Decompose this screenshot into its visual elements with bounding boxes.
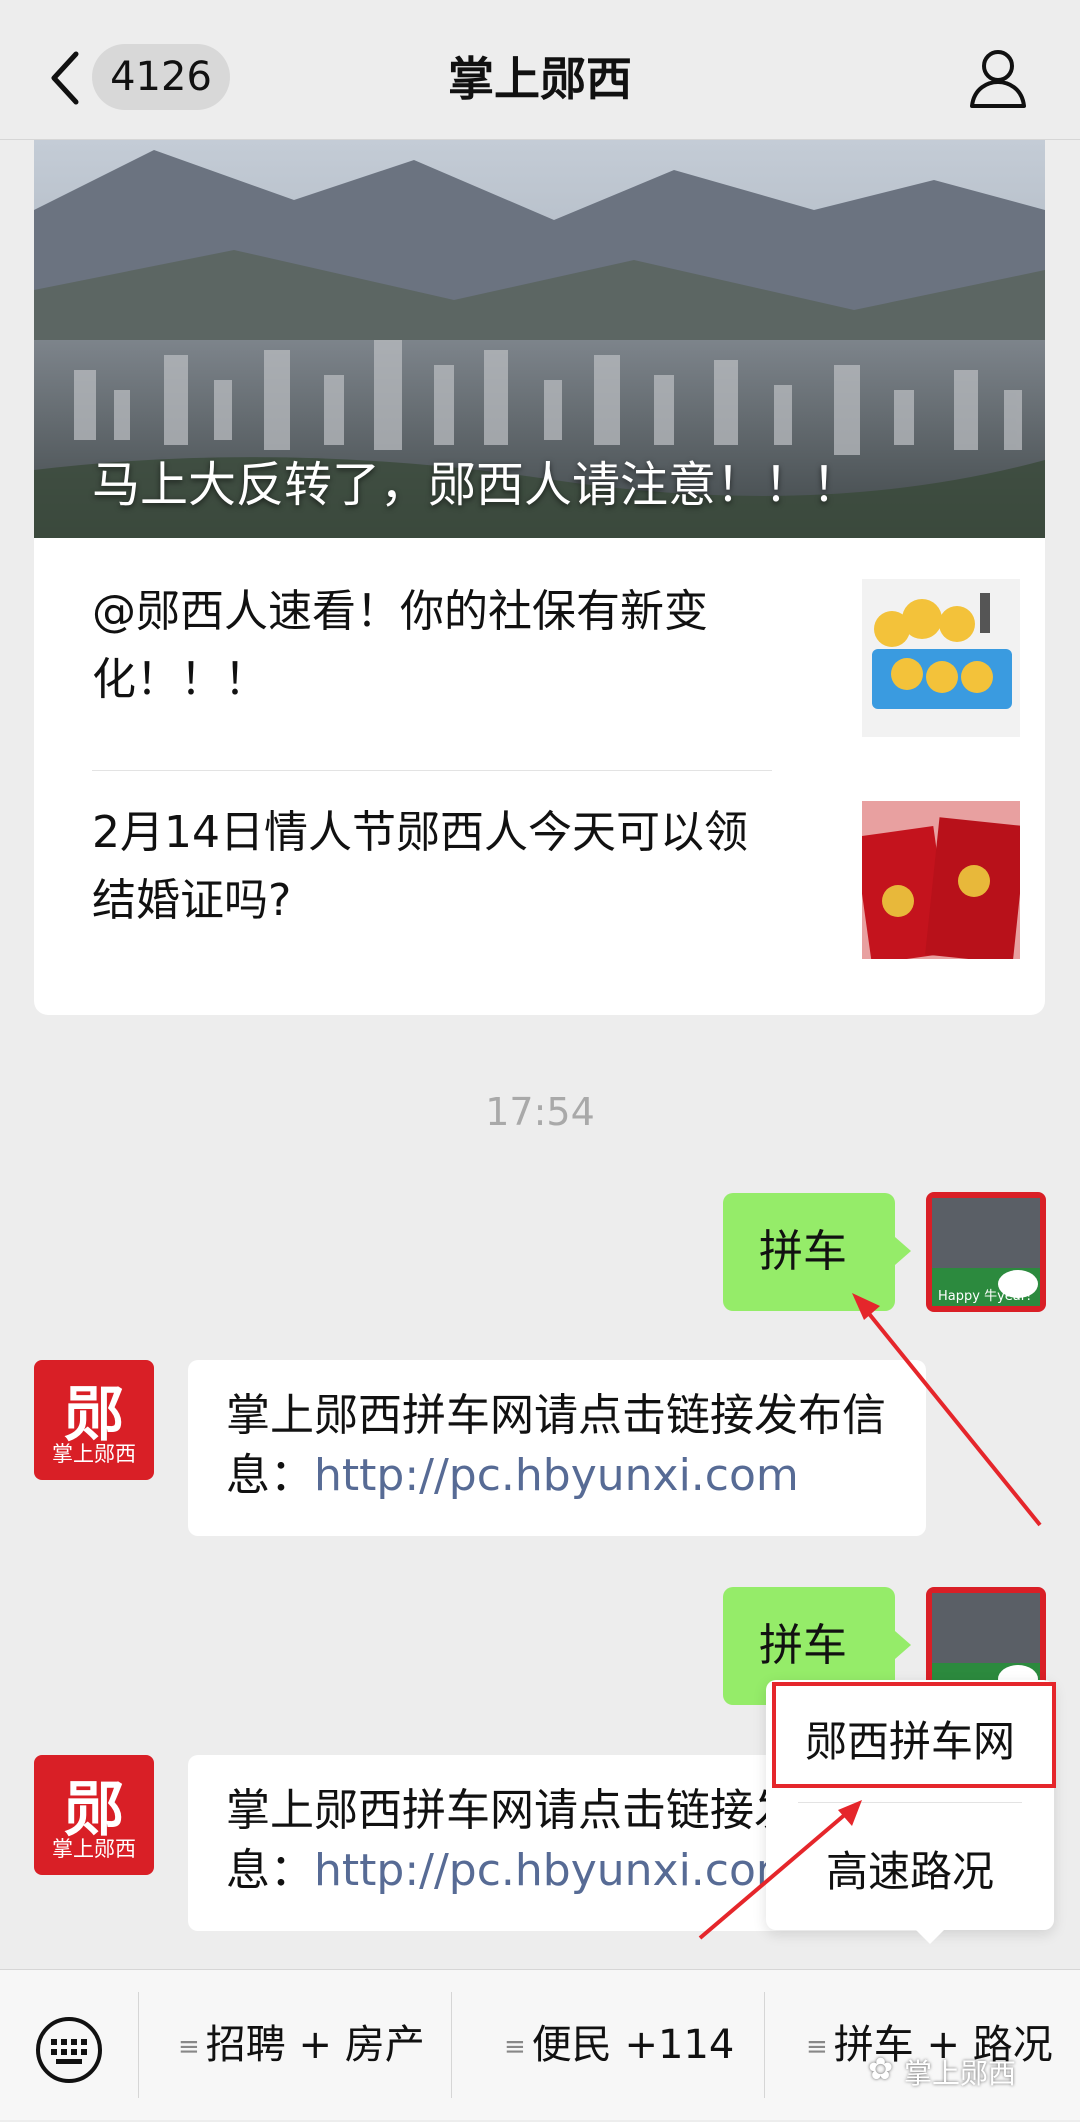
bottom-menu-bar: ≡ 招聘 + 房产 ≡ 便民 +114 ≡ 拼车 + 路况 (0, 1969, 1080, 2120)
article-thumbnail (862, 801, 1020, 959)
menu-button-services-114[interactable]: ≡ 便民 +114 (504, 1970, 734, 2120)
annotation-highlight-box (772, 1682, 1056, 1788)
official-account-logo[interactable]: 郧 掌上郧西 (34, 1360, 154, 1480)
official-account-logo[interactable]: 郧 掌上郧西 (34, 1755, 154, 1875)
message-timestamp: 17:54 (485, 1090, 595, 1134)
message-text: 拼车 (759, 1226, 847, 1277)
back-arrow-icon[interactable] (46, 50, 86, 106)
article-list-item[interactable]: 2月14日情人节郧西人今天可以领结婚证吗? (92, 771, 1032, 1015)
user-avatar[interactable]: Happy 牛year! (926, 1192, 1046, 1312)
menu-list-icon: ≡ (504, 2032, 526, 2062)
menu-button-jobs-housing[interactable]: ≡ 招聘 + 房产 (178, 1970, 425, 2120)
article-thumbnail (862, 579, 1020, 737)
article-title: 2月14日情人节郧西人今天可以领结婚证吗? (92, 807, 748, 926)
message-text: 拼车 (759, 1620, 847, 1671)
unread-count-badge[interactable]: 4126 (92, 44, 230, 110)
menu-button-label: 招聘 + 房产 (205, 2022, 425, 2068)
menu-separator (451, 1992, 452, 2098)
message-link[interactable]: http://pc.hbyunxi.com (314, 1845, 799, 1896)
article-card[interactable]: 马上大反转了，郧西人请注意！！！ @郧西人速看！你的社保有新变化！！！ 2月14… (34, 140, 1045, 1015)
menu-button-carpool-traffic[interactable]: ≡ 拼车 + 路况 (806, 1970, 1053, 2120)
wechat-watermark-icon: ✿ (868, 2052, 894, 2087)
watermark-text: 掌上郧西 (904, 2057, 1017, 2090)
avatar-caption: Happy 牛year! (938, 1289, 1031, 1304)
incoming-message-bubble[interactable]: 掌上郧西拼车网请点击链接发布信息：http://pc.hbyunxi.com (188, 1360, 926, 1536)
chat-header: 4126 掌上郧西 (0, 0, 1080, 140)
menu-button-label: 便民 +114 (531, 2022, 735, 2068)
menu-list-icon: ≡ (806, 2032, 828, 2062)
submenu-divider (798, 1802, 1022, 1803)
user-avatar-image: Happy 牛year! (926, 1192, 1046, 1312)
article-title: @郧西人速看！你的社保有新变化！！！ (92, 586, 708, 705)
message-link[interactable]: http://pc.hbyunxi.com (314, 1450, 799, 1501)
logo-caption: 掌上郧西 (52, 1837, 136, 1861)
keyboard-icon[interactable] (34, 2015, 104, 2085)
menu-separator (764, 1992, 765, 2098)
logo-caption: 掌上郧西 (52, 1442, 136, 1466)
article-list-item[interactable]: @郧西人速看！你的社保有新变化！！！ (92, 538, 1032, 770)
cover-article-title: 马上大反转了，郧西人请注意！！！ (92, 457, 861, 513)
profile-icon[interactable] (968, 48, 1028, 110)
outgoing-message-bubble[interactable]: 拼车 (723, 1193, 911, 1311)
menu-separator (138, 1992, 139, 2098)
article-cover[interactable]: 马上大反转了，郧西人请注意！！！ (34, 140, 1045, 538)
submenu-item-highway-status[interactable]: 高速路况 (766, 1838, 1054, 1899)
menu-list-icon: ≡ (178, 2032, 200, 2062)
